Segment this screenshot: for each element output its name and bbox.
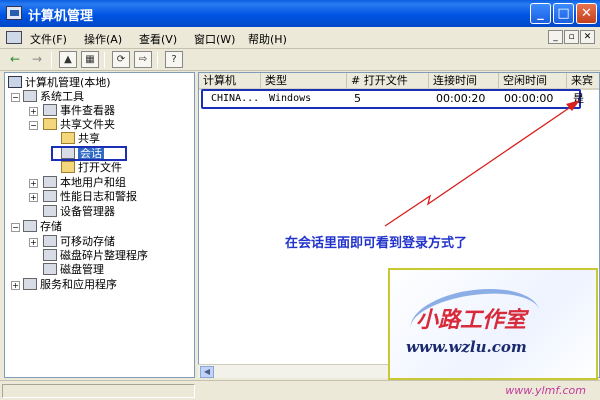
status-pane bbox=[2, 384, 195, 398]
status-site-watermark: www.ylmf.com bbox=[505, 384, 586, 397]
watermark-brand: 小路工作室 bbox=[416, 307, 527, 333]
scroll-left-icon[interactable]: ◀ bbox=[200, 366, 214, 378]
watermark-logo: 小路工作室 www.wzlu.com bbox=[388, 268, 598, 380]
annotation-text: 在会话里面即可看到登录方式了 bbox=[285, 236, 468, 251]
horizontal-scrollbar[interactable]: ◀ bbox=[198, 364, 388, 378]
watermark-url: www.wzlu.com bbox=[406, 338, 527, 356]
status-bar: www.ylmf.com bbox=[0, 380, 600, 400]
